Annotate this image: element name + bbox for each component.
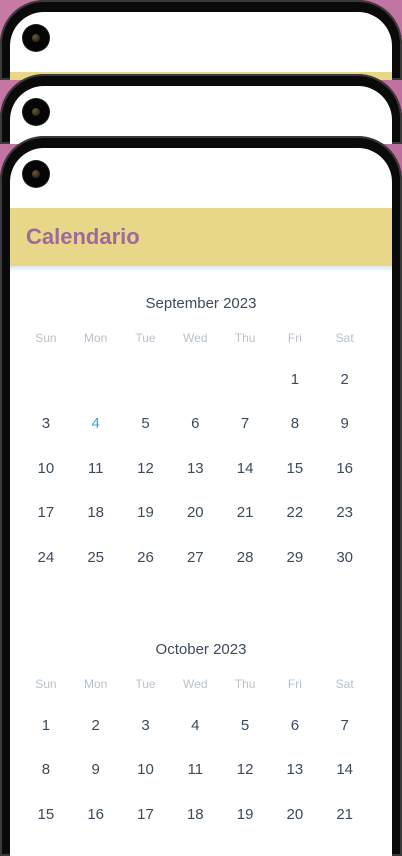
day-cell[interactable]: 9 — [320, 402, 370, 446]
day-cell[interactable]: 17 — [121, 793, 171, 837]
day-cell[interactable]: 11 — [71, 447, 121, 491]
day-cell[interactable]: 3 — [21, 402, 71, 446]
day-cell[interactable]: 1 — [21, 704, 71, 748]
day-cell[interactable]: 21 — [320, 793, 370, 837]
day-cell[interactable]: 16 — [71, 793, 121, 837]
weekday-label: Mon — [84, 677, 108, 691]
day-cell[interactable]: 13 — [170, 447, 220, 491]
phone-frame-front: Calendario September 2023 Sun Mon Tue Wed Th… — [0, 136, 402, 856]
day-cell-empty — [21, 358, 71, 402]
day-cell[interactable]: 16 — [320, 447, 370, 491]
day-cell[interactable]: 17 — [21, 491, 71, 535]
phone-frame-middle — [0, 74, 402, 144]
day-cell[interactable]: 5 — [220, 704, 270, 748]
weekday-header: Sun Mon Tue Wed Thu Fri Sat — [21, 676, 392, 692]
day-cell[interactable]: 1 — [270, 358, 320, 402]
day-cell[interactable]: 12 — [220, 748, 270, 792]
weekday-label: Thu — [234, 331, 256, 345]
day-cell-empty — [170, 358, 220, 402]
month-october: October 2023 Sun Mon Tue Wed Thu Fri Sat 12345… — [10, 640, 392, 837]
day-cell[interactable]: 19 — [220, 793, 270, 837]
weekday-label: Fri — [287, 331, 302, 345]
day-grid: 1 2 3 4 5 6 7 8 9 10 11 12 13 14 15 16 17 18 19 20 21 22 23 24 2… — [21, 358, 392, 580]
weekday-label: Mon — [84, 331, 108, 345]
phone-screen: Calendario September 2023 Sun Mon Tue Wed Th… — [10, 148, 392, 856]
weekday-header: Sun Mon Tue Wed Thu Fri Sat — [21, 330, 392, 346]
app-header: Calendario — [10, 208, 392, 266]
month-title: October 2023 — [155, 641, 247, 658]
phone-screen-back — [10, 12, 392, 80]
day-cell-empty — [71, 358, 121, 402]
weekday-label: Wed — [183, 677, 208, 691]
day-cell[interactable]: 2 — [71, 704, 121, 748]
day-cell[interactable]: 7 — [220, 402, 270, 446]
day-cell-empty — [121, 358, 171, 402]
day-cell[interactable]: 14 — [320, 748, 370, 792]
weekday-label: Thu — [234, 677, 256, 691]
day-cell[interactable]: 8 — [21, 748, 71, 792]
day-cell[interactable]: 12 — [121, 447, 171, 491]
weekday-label: Tue — [135, 331, 156, 345]
day-cell[interactable]: 5 — [121, 402, 171, 446]
day-cell[interactable]: 10 — [121, 748, 171, 792]
day-cell[interactable]: 7 — [320, 704, 370, 748]
day-cell[interactable]: 14 — [220, 447, 270, 491]
day-cell[interactable]: 6 — [170, 402, 220, 446]
day-cell[interactable]: 8 — [270, 402, 320, 446]
weekday-label: Sat — [335, 677, 354, 691]
month-september: September 2023 Sun Mon Tue Wed Thu Fri Sat 123… — [10, 294, 392, 580]
day-cell[interactable]: 27 — [170, 536, 220, 580]
weekday-label: Sun — [35, 677, 57, 691]
day-cell-empty — [220, 358, 270, 402]
day-cell[interactable]: 9 — [71, 748, 121, 792]
weekday-label: Fri — [287, 677, 302, 691]
weekday-label: Sat — [335, 331, 354, 345]
day-cell[interactable]: 30 — [320, 536, 370, 580]
month-title: September 2023 — [145, 295, 257, 312]
day-cell[interactable]: 28 — [220, 536, 270, 580]
header-divider — [10, 266, 392, 272]
day-cell[interactable]: 25 — [71, 536, 121, 580]
day-cell[interactable]: 15 — [21, 793, 71, 837]
camera-icon — [23, 25, 49, 51]
day-cell[interactable]: 13 — [270, 748, 320, 792]
day-cell[interactable]: 15 — [270, 447, 320, 491]
camera-icon — [23, 161, 49, 187]
day-cell[interactable]: 29 — [270, 536, 320, 580]
weekday-label: Sun — [35, 331, 57, 345]
day-cell[interactable]: 21 — [220, 491, 270, 535]
day-cell[interactable]: 3 — [121, 704, 171, 748]
day-cell[interactable]: 20 — [270, 793, 320, 837]
day-cell[interactable]: 4 — [170, 704, 220, 748]
day-cell[interactable]: 23 — [320, 491, 370, 535]
weekday-label: Tue — [135, 677, 156, 691]
weekday-label: Wed — [183, 331, 208, 345]
phone-frame-back — [0, 0, 402, 80]
day-cell[interactable]: 26 — [121, 536, 171, 580]
day-cell[interactable]: 10 — [21, 447, 71, 491]
camera-icon — [23, 99, 49, 125]
day-cell[interactable]: 11 — [170, 748, 220, 792]
day-cell[interactable]: 24 — [21, 536, 71, 580]
day-grid: 1 2 3 4 5 6 7 8 9 10 11 12 13 14 15 16 17 18 19 20 21 — [21, 704, 392, 837]
day-cell[interactable]: 2 — [320, 358, 370, 402]
day-cell[interactable]: 22 — [270, 491, 320, 535]
day-cell[interactable]: 18 — [170, 793, 220, 837]
day-cell[interactable]: 20 — [170, 491, 220, 535]
app-title: Calendario — [26, 224, 140, 249]
day-cell[interactable]: 18 — [71, 491, 121, 535]
day-cell[interactable]: 6 — [270, 704, 320, 748]
day-cell[interactable]: 19 — [121, 491, 171, 535]
day-cell-today[interactable]: 4 — [71, 402, 121, 446]
